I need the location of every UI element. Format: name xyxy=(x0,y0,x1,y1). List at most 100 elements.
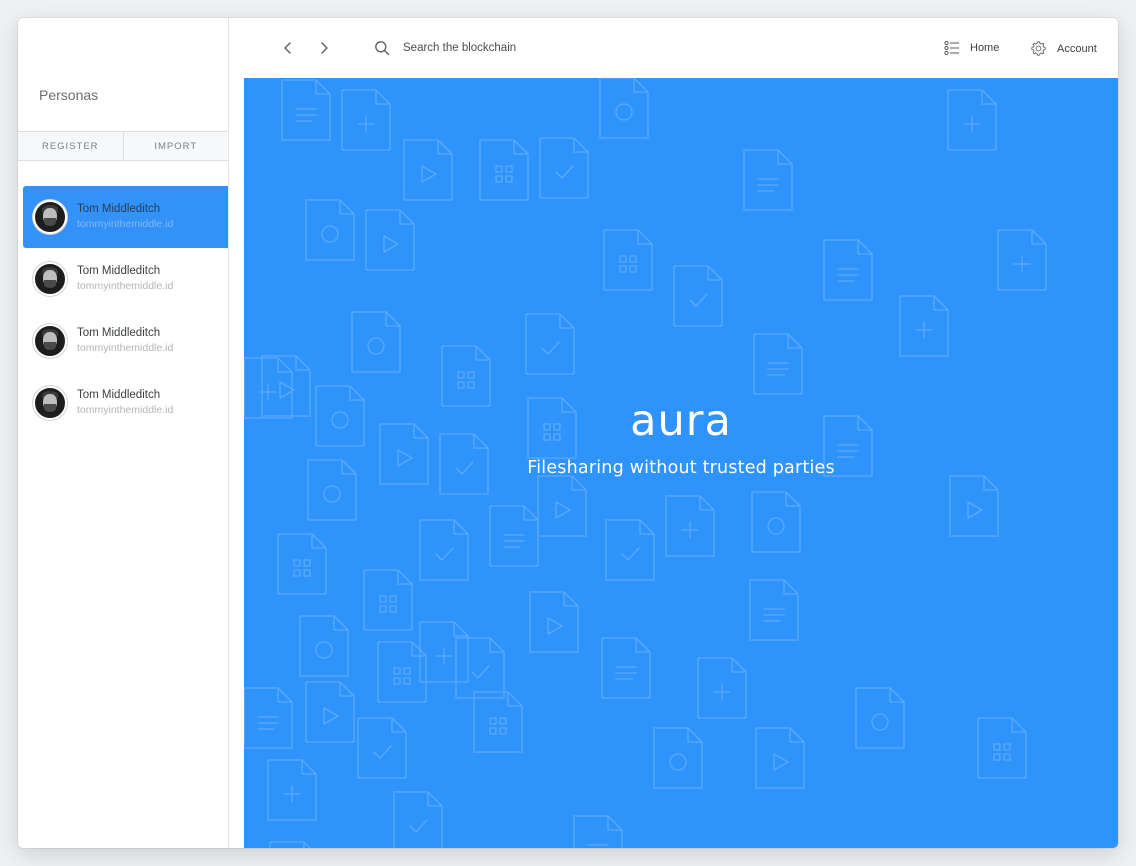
file-glyph-icon xyxy=(315,641,333,659)
persona-actions: REGISTER IMPORT xyxy=(18,131,228,161)
file-outline-icon xyxy=(753,333,803,395)
hero-banner: aura Filesharing without trusted parties xyxy=(244,78,1118,848)
file-glyph-icon xyxy=(379,595,397,613)
search-input[interactable] xyxy=(403,38,663,58)
persona-id: tommyinthemiddle.id xyxy=(77,404,174,416)
file-glyph-icon xyxy=(713,683,731,701)
file-outline-icon xyxy=(743,149,793,211)
sidebar: Personas REGISTER IMPORT Tom Middleditch… xyxy=(18,18,229,848)
home-link[interactable]: Home xyxy=(944,40,999,56)
file-outline-icon xyxy=(489,505,539,567)
import-button[interactable]: IMPORT xyxy=(122,132,229,160)
gear-icon xyxy=(1031,41,1046,56)
file-glyph-icon xyxy=(373,745,392,759)
top-bar: Home Account xyxy=(244,18,1118,79)
file-glyph-icon xyxy=(457,371,475,389)
file-glyph-icon xyxy=(555,501,571,519)
file-glyph-icon xyxy=(587,844,609,846)
file-outline-icon xyxy=(377,641,427,703)
file-glyph-icon xyxy=(321,225,339,243)
brand-logo: aura xyxy=(630,396,732,446)
file-outline-icon xyxy=(599,78,649,139)
file-glyph-icon xyxy=(489,717,507,735)
file-glyph-icon xyxy=(471,665,490,679)
avatar xyxy=(33,200,67,234)
persona-list: Tom Middleditch tommyinthemiddle.id Tom … xyxy=(23,186,228,434)
file-outline-icon xyxy=(305,199,355,261)
file-outline-icon xyxy=(419,519,469,581)
file-outline-icon xyxy=(573,815,623,848)
hero-tagline: Filesharing without trusted parties xyxy=(527,458,835,478)
file-outline-icon xyxy=(751,491,801,553)
file-glyph-icon xyxy=(767,517,785,535)
persona-item[interactable]: Tom Middleditch tommyinthemiddle.id xyxy=(23,372,228,434)
file-glyph-icon xyxy=(293,559,311,577)
file-glyph-icon xyxy=(689,293,708,307)
file-glyph-icon xyxy=(773,753,789,771)
file-glyph-icon xyxy=(837,268,859,282)
file-glyph-icon xyxy=(383,235,399,253)
persona-item[interactable]: Tom Middleditch tommyinthemiddle.id xyxy=(23,248,228,310)
file-glyph-icon xyxy=(257,716,279,730)
persona-item[interactable]: Tom Middleditch tommyinthemiddle.id xyxy=(23,186,228,248)
file-glyph-icon xyxy=(837,444,859,458)
file-glyph-icon xyxy=(615,103,633,121)
file-glyph-icon xyxy=(615,666,637,680)
file-outline-icon xyxy=(393,791,443,848)
file-outline-icon xyxy=(749,579,799,641)
file-outline-icon xyxy=(601,637,651,699)
persona-id: tommyinthemiddle.id xyxy=(77,342,174,354)
file-outline-icon xyxy=(281,79,331,141)
forward-icon[interactable] xyxy=(316,40,332,56)
file-glyph-icon xyxy=(435,647,453,665)
file-outline-icon xyxy=(977,717,1027,779)
file-glyph-icon xyxy=(1013,255,1031,273)
file-glyph-icon xyxy=(681,521,699,539)
persona-item[interactable]: Tom Middleditch tommyinthemiddle.id xyxy=(23,310,228,372)
back-icon[interactable] xyxy=(280,40,296,56)
avatar xyxy=(33,386,67,420)
search-icon xyxy=(375,41,390,56)
persona-name: Tom Middleditch xyxy=(77,389,161,401)
file-outline-icon xyxy=(525,313,575,375)
avatar xyxy=(33,262,67,296)
file-glyph-icon xyxy=(323,485,341,503)
file-glyph-icon xyxy=(409,819,428,833)
file-glyph-icon xyxy=(993,743,1011,761)
file-glyph-icon xyxy=(393,667,411,685)
file-outline-icon xyxy=(269,841,311,848)
file-outline-icon xyxy=(823,239,873,301)
file-glyph-icon xyxy=(915,321,933,339)
file-glyph-icon xyxy=(421,165,437,183)
file-glyph-icon xyxy=(547,617,563,635)
file-glyph-icon xyxy=(871,713,889,731)
file-glyph-icon xyxy=(295,108,317,122)
file-glyph-icon xyxy=(669,753,687,771)
file-outline-icon xyxy=(673,265,723,327)
file-glyph-icon xyxy=(963,115,981,133)
file-glyph-icon xyxy=(495,165,513,183)
file-outline-icon xyxy=(473,691,523,753)
file-outline-icon xyxy=(244,687,293,749)
persona-id: tommyinthemiddle.id xyxy=(77,280,174,292)
file-outline-icon xyxy=(277,533,327,595)
app-window: Personas REGISTER IMPORT Tom Middleditch… xyxy=(18,18,1118,848)
file-glyph-icon xyxy=(367,337,385,355)
file-glyph-icon xyxy=(767,362,789,376)
home-label: Home xyxy=(970,42,1000,54)
file-outline-icon xyxy=(363,569,413,631)
account-link[interactable]: Account xyxy=(1030,40,1097,57)
persona-id: tommyinthemiddle.id xyxy=(77,218,174,230)
file-outline-icon xyxy=(351,311,401,373)
file-outline-icon xyxy=(539,137,589,199)
persona-name: Tom Middleditch xyxy=(77,327,161,339)
file-outline-icon xyxy=(605,519,655,581)
file-glyph-icon xyxy=(323,707,339,725)
file-outline-icon xyxy=(299,615,349,677)
persona-name: Tom Middleditch xyxy=(77,203,161,215)
file-outline-icon xyxy=(855,687,905,749)
account-label: Account xyxy=(1057,42,1097,55)
persona-name: Tom Middleditch xyxy=(77,265,161,277)
file-glyph-icon xyxy=(435,547,454,561)
register-button[interactable]: REGISTER xyxy=(18,132,123,160)
